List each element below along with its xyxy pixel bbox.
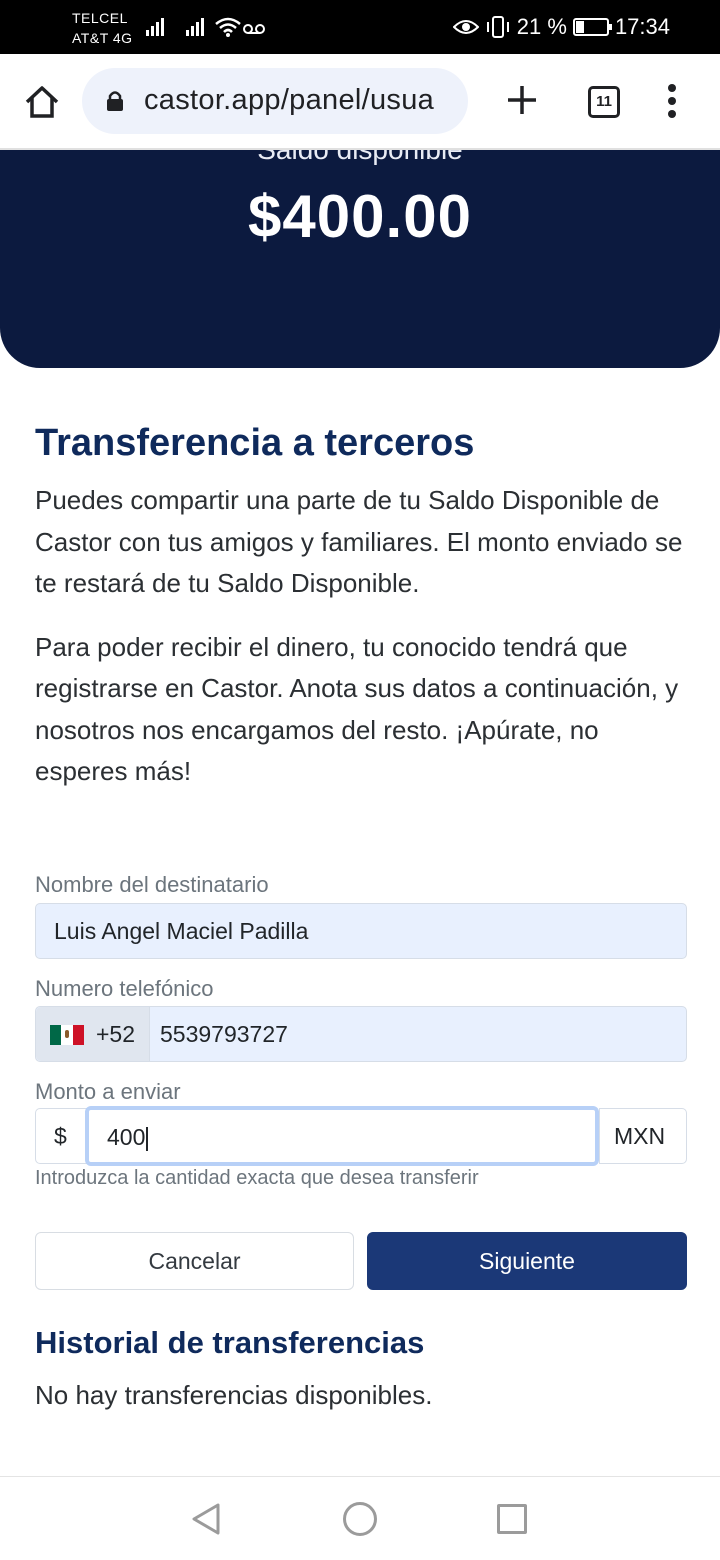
wifi-icon (215, 17, 241, 37)
more-vert-icon[interactable] (664, 84, 680, 124)
recipient-name-value: Luis Angel Maciel Padilla (54, 918, 309, 944)
recipient-label: Nombre del destinatario (35, 872, 269, 897)
transfer-section: Transferencia a terceros Puedes comparti… (35, 418, 687, 793)
amount-help-text: Introduzca la cantidad exacta que desea … (35, 1167, 479, 1189)
plus-icon[interactable] (504, 82, 540, 118)
voicemail-icon (243, 24, 265, 34)
balance-label: Saldo disponible (0, 150, 720, 166)
battery-percent: 21 % (516, 14, 567, 39)
transfer-title: Transferencia a terceros (35, 422, 475, 464)
cancel-button[interactable]: Cancelar (35, 1232, 354, 1290)
back-triangle-icon[interactable] (190, 1501, 222, 1537)
country-code: +52 (96, 1021, 136, 1047)
tab-switcher-button[interactable]: 11 (588, 86, 620, 118)
status-bar: TELCEL AT&T 4G 21 % 17:34 (0, 0, 720, 54)
mexico-flag-icon (50, 1025, 84, 1045)
transfer-description: Puedes compartir una parte de tu Saldo D… (35, 485, 683, 598)
history-title: Historial de transferencias (35, 1325, 425, 1360)
history-empty-text: No hay transferencias disponibles. (35, 1380, 433, 1410)
lock-icon (107, 91, 123, 111)
eye-comfort-icon (452, 20, 479, 34)
phone-input[interactable]: +52 5539793727 (35, 1006, 687, 1062)
phone-label: Numero telefónico (35, 976, 214, 1001)
country-code-selector[interactable]: +52 (36, 1007, 150, 1061)
browser-toolbar: castor.app/panel/usua 11 (0, 54, 720, 150)
phone-value: 5539793727 (160, 1021, 288, 1047)
signal-icon (146, 16, 164, 36)
navigation-bar (0, 1476, 720, 1560)
url-text: castor.app/panel/usua (144, 84, 435, 116)
carrier-1: TELCEL (72, 10, 128, 26)
status-right: 21 % 17:34 (452, 12, 670, 42)
next-button[interactable]: Siguiente (367, 1232, 687, 1290)
recents-square-icon[interactable] (497, 1504, 527, 1534)
vibrate-icon (486, 16, 509, 38)
currency-symbol: $ (35, 1108, 87, 1164)
recipient-name-input[interactable]: Luis Angel Maciel Padilla (35, 903, 687, 959)
transfer-instructions: Para poder recibir el dinero, tu conocid… (35, 631, 679, 787)
home-icon[interactable] (22, 82, 62, 122)
battery-icon (572, 18, 612, 36)
currency-code: MXN (599, 1108, 687, 1164)
carrier-info: TELCEL AT&T 4G (72, 8, 133, 48)
signal-icon (186, 16, 204, 36)
home-circle-icon[interactable] (343, 1502, 377, 1536)
amount-input[interactable]: 400 (85, 1106, 599, 1166)
carrier-2: AT&T 4G (72, 30, 133, 46)
address-bar[interactable]: castor.app/panel/usua (82, 68, 468, 134)
balance-amount: $400.00 (248, 183, 472, 250)
clock: 17:34 (614, 14, 670, 39)
amount-label: Monto a enviar (35, 1079, 181, 1104)
text-caret (146, 1126, 149, 1151)
amount-input-group: $ 400 MXN (35, 1106, 687, 1166)
balance-panel: Saldo disponible $400.00 (0, 150, 720, 368)
amount-value: 400 (107, 1124, 146, 1150)
